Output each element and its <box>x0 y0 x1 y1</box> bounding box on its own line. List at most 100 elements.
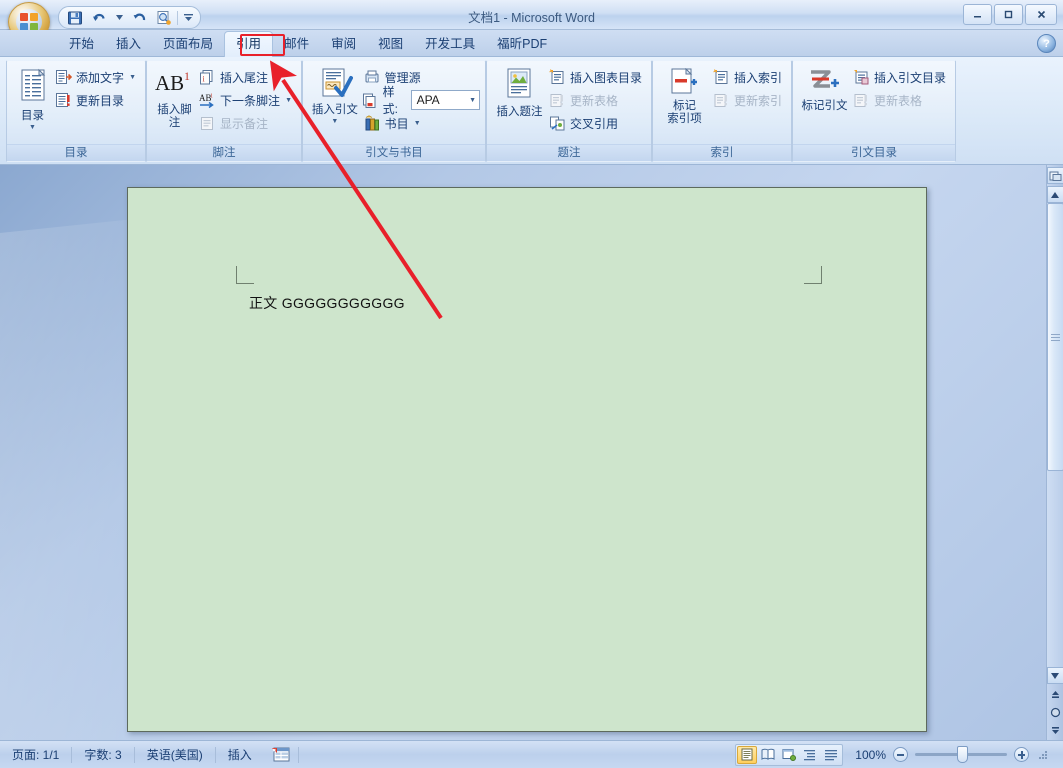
update-table-captions-icon <box>549 92 566 109</box>
resize-grip-icon[interactable] <box>1036 748 1050 762</box>
draft-view-icon[interactable] <box>821 746 841 764</box>
svg-text:1: 1 <box>184 69 190 83</box>
undo-dropdown-icon[interactable] <box>112 8 126 27</box>
word-window: 文档1 - Microsoft Word <box>0 0 1063 768</box>
next-footnote-button[interactable]: AB 1 下一条脚注 ▼ <box>197 89 296 111</box>
insert-citation-icon <box>317 68 353 102</box>
outline-view-icon[interactable] <box>800 746 820 764</box>
insert-footnote-button[interactable]: AB 1 插入脚注 <box>152 65 197 130</box>
close-button[interactable] <box>1025 4 1057 25</box>
status-insert-mode[interactable]: 插入 <box>216 741 264 768</box>
ribbon-group-toc: 目录 ▼ 添加文字 ▼ <box>6 60 146 162</box>
full-screen-reading-view-icon[interactable] <box>758 746 778 764</box>
add-text-dropdown-icon[interactable]: ▼ <box>129 74 136 81</box>
vertical-scrollbar[interactable] <box>1046 165 1063 740</box>
toc-dropdown-icon[interactable]: ▼ <box>29 124 36 132</box>
citation-style-icon <box>362 92 379 109</box>
update-index-label: 更新索引 <box>734 92 782 109</box>
update-index-button[interactable]: 更新索引 <box>711 89 786 111</box>
insert-table-of-figures-button[interactable]: 插入图表目录 <box>547 66 646 88</box>
zoom-out-button[interactable] <box>893 747 908 762</box>
add-text-label: 添加文字 <box>76 69 124 86</box>
tab-references[interactable]: 引用 <box>224 31 273 57</box>
update-table-authorities-button[interactable]: 更新表格 <box>851 89 950 111</box>
document-workspace[interactable]: 正文 GGGGGGGGGGG <box>0 165 1063 740</box>
cross-reference-button[interactable]: 交叉引用 <box>547 112 646 134</box>
insert-table-of-authorities-icon <box>853 69 870 86</box>
insert-table-of-figures-icon <box>549 69 566 86</box>
quick-access-toolbar <box>58 6 201 29</box>
document-body-text[interactable]: 正文 GGGGGGGGGGG <box>249 293 405 313</box>
bibliography-dropdown-icon[interactable]: ▼ <box>414 120 421 127</box>
toc-button[interactable]: 目录 ▼ <box>12 65 53 132</box>
insert-index-button[interactable]: 插入索引 <box>711 66 786 88</box>
status-word-count[interactable]: 字数: 3 <box>72 741 133 768</box>
next-footnote-dropdown-icon[interactable]: ▼ <box>285 97 292 104</box>
insert-citation-dropdown-icon[interactable]: ▼ <box>331 118 338 126</box>
tab-review[interactable]: 审阅 <box>320 32 367 57</box>
save-icon[interactable] <box>64 8 85 27</box>
toc-icon <box>16 68 50 108</box>
proofing-status-icon[interactable] <box>264 741 298 768</box>
previous-page-icon[interactable] <box>1048 687 1063 702</box>
zoom-level-label[interactable]: 100% <box>855 748 886 762</box>
tab-view[interactable]: 视图 <box>367 32 414 57</box>
scroll-down-button[interactable] <box>1047 667 1063 684</box>
update-toc-button[interactable]: 更新目录 <box>53 89 140 111</box>
web-layout-view-icon[interactable] <box>779 746 799 764</box>
citations-group-label: 引文与书目 <box>303 144 485 161</box>
print-preview-icon[interactable] <box>153 8 174 27</box>
next-footnote-icon: AB 1 <box>199 92 216 109</box>
ruler-toggle-icon[interactable] <box>1047 167 1063 184</box>
mark-citation-button[interactable]: 标记引文 <box>798 65 851 113</box>
add-text-button[interactable]: 添加文字 ▼ <box>53 66 140 88</box>
redo-icon[interactable] <box>129 8 150 27</box>
show-notes-icon <box>199 115 216 132</box>
document-page[interactable]: 正文 GGGGGGGGGGG <box>127 187 927 732</box>
footnotes-group-label: 脚注 <box>147 144 301 161</box>
show-notes-button[interactable]: 显示备注 <box>197 112 296 134</box>
tab-mailings[interactable]: 邮件 <box>273 32 320 57</box>
print-layout-view-icon[interactable] <box>737 746 757 764</box>
tab-foxit-pdf[interactable]: 福昕PDF <box>486 32 558 57</box>
tab-insert[interactable]: 插入 <box>105 32 152 57</box>
minimize-button[interactable] <box>963 4 992 25</box>
scroll-up-button[interactable] <box>1047 186 1063 203</box>
next-page-icon[interactable] <box>1048 723 1063 738</box>
status-language[interactable]: 英语(美国) <box>135 741 215 768</box>
tab-home[interactable]: 开始 <box>58 32 105 57</box>
tab-developer[interactable]: 开发工具 <box>414 32 486 57</box>
undo-icon[interactable] <box>88 8 109 27</box>
zoom-in-button[interactable] <box>1014 747 1029 762</box>
status-page[interactable]: 页面: 1/1 <box>0 741 71 768</box>
toc-button-label: 目录 <box>21 110 44 123</box>
mark-entry-button[interactable]: 标记 索引项 <box>658 65 711 126</box>
citation-style-value: APA <box>417 93 440 107</box>
citation-style-select[interactable]: APA ▼ <box>411 90 480 110</box>
mark-citation-icon <box>805 68 843 98</box>
update-table-captions-button[interactable]: 更新表格 <box>547 89 646 111</box>
tab-page-layout[interactable]: 页面布局 <box>152 32 224 57</box>
insert-citation-button[interactable]: 插入引文 ▼ <box>308 65 362 126</box>
next-footnote-label: 下一条脚注 <box>220 92 280 109</box>
insert-endnote-label: 插入尾注 <box>220 69 268 86</box>
scrollbar-grip-icon <box>1051 332 1060 343</box>
manage-sources-button[interactable]: 管理源 <box>362 66 480 88</box>
mark-entry-label2: 索引项 <box>667 113 702 126</box>
scrollbar-track[interactable] <box>1047 203 1063 667</box>
insert-table-of-authorities-button[interactable]: 插入引文目录 <box>851 66 950 88</box>
status-divider-4 <box>298 747 299 763</box>
help-icon[interactable]: ? <box>1037 34 1056 53</box>
authorities-small-buttons: 插入引文目录 更新表格 <box>851 65 950 111</box>
zoom-slider-thumb[interactable] <box>957 746 968 763</box>
citation-style-chevron-down-icon[interactable]: ▼ <box>469 97 476 104</box>
bibliography-button[interactable]: 书目 ▼ <box>362 112 480 134</box>
scrollbar-thumb[interactable] <box>1047 203 1063 471</box>
restore-button[interactable] <box>994 4 1023 25</box>
citations-small-buttons: 管理源 样式: APA ▼ <box>362 65 480 134</box>
insert-caption-button[interactable]: 插入题注 <box>492 65 547 119</box>
zoom-slider-track[interactable] <box>915 753 1007 756</box>
customize-qat-icon[interactable] <box>181 8 195 27</box>
select-browse-object-icon[interactable] <box>1048 705 1063 720</box>
insert-endnote-button[interactable]: i 插入尾注 <box>197 66 296 88</box>
